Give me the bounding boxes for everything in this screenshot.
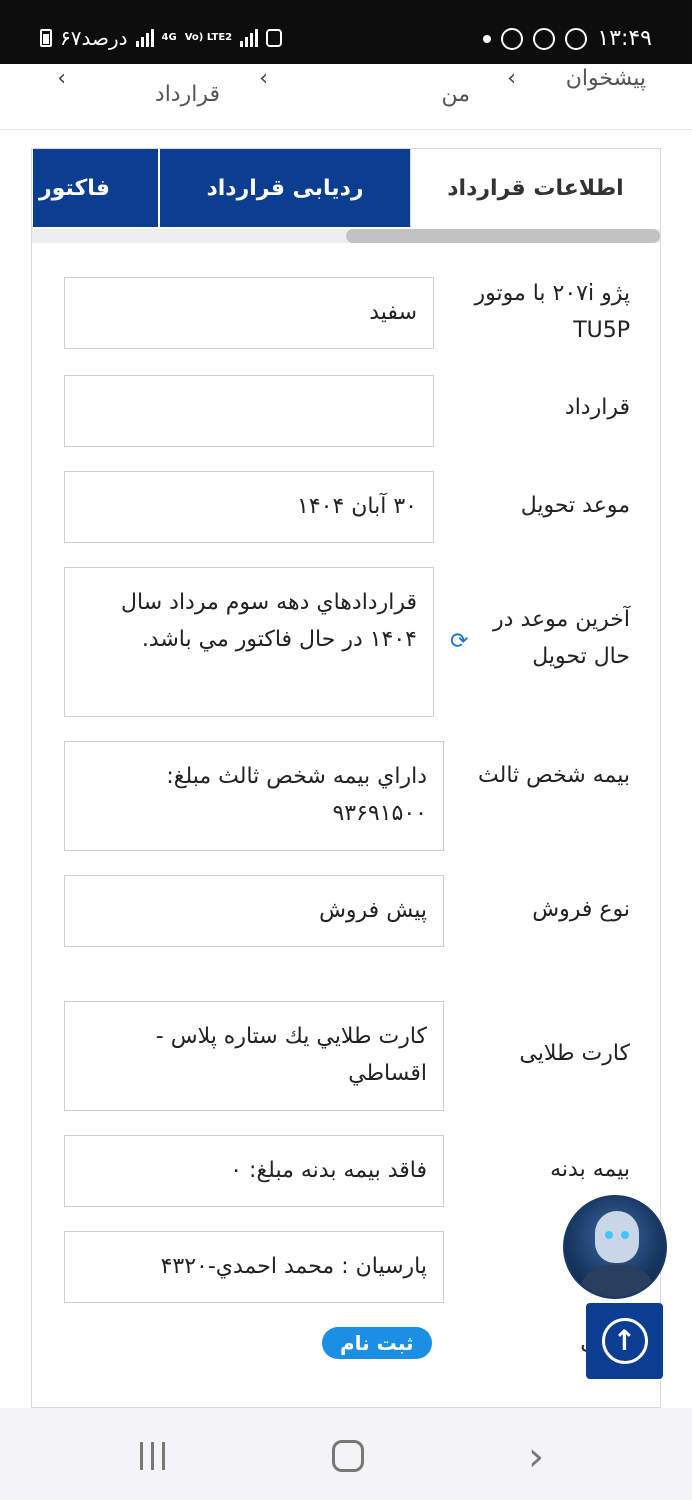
contract-label: قرارداد — [564, 395, 630, 420]
assistant-robot-button[interactable] — [563, 1195, 667, 1299]
status-bar: ۱۳:۴۹ ۶۷درصد 4G Vo) LTE2 — [0, 0, 692, 64]
network-type: 4G — [161, 32, 177, 43]
status-badge: ثبت نام — [322, 1327, 432, 1359]
breadcrumb-item-contract[interactable]: قرارداد — [155, 82, 220, 107]
status-bar-right: ۱۳:۴۹ — [483, 26, 652, 51]
third-party-insurance-value: داراي بيمه شخص ثالث مبلغ: ۹۳۶۹۱۵۰۰ — [64, 741, 444, 851]
tab-contract-tracking[interactable]: ردیابی قرارداد — [160, 149, 410, 227]
robot-eye-icon — [605, 1231, 613, 1239]
notification-dot-icon — [483, 34, 492, 43]
chevron-left-icon: › — [259, 66, 268, 91]
signal-2-icon — [240, 29, 259, 47]
whatsapp-icon — [501, 27, 524, 50]
refresh-icon[interactable]: ⟳ — [450, 629, 468, 654]
battery-icon — [40, 29, 52, 47]
chevron-left-icon: › — [57, 66, 66, 91]
robot-face-icon — [595, 1211, 639, 1263]
body-insurance-label: بیمه بدنه — [550, 1157, 630, 1182]
gold-card-value: كارت طلايي يك ستاره پلاس - اقساطي — [64, 1001, 444, 1111]
back-icon[interactable]: › — [528, 1434, 544, 1480]
car-model-label: پژو ۲۰۷i با موتور TU5P — [474, 281, 630, 343]
chevron-left-icon: › — [507, 66, 516, 91]
breadcrumb-item-mine[interactable]: من — [441, 82, 470, 107]
tab-contract-info[interactable]: اطلاعات قرارداد — [410, 149, 660, 227]
breadcrumb: پیشخوان › من › قرارداد › — [0, 64, 692, 130]
tab-bar: اطلاعات قرارداد ردیابی قرارداد فاکتور — [32, 149, 660, 227]
delivery-date-label: موعد تحویل — [520, 493, 630, 518]
gold-card-label: کارت طلایی — [519, 1041, 630, 1066]
body-insurance-value: فاقد بيمه بدنه مبلغ: ۰ — [64, 1135, 444, 1207]
status-bar-left: ۶۷درصد 4G Vo) LTE2 — [40, 26, 283, 50]
horizontal-scrollbar[interactable] — [32, 229, 660, 243]
scrollbar-thumb[interactable] — [346, 229, 660, 243]
clip-icon — [266, 29, 283, 47]
last-delivery-value: قراردادهاي دهه سوم مرداد سال ۱۴۰۴ در حال… — [64, 567, 434, 717]
car-color-value: سفید — [64, 277, 434, 349]
sale-type-label: نوع فروش — [532, 897, 630, 922]
chat-icon — [565, 27, 588, 50]
breadcrumb-item-dashboard[interactable]: پیشخوان — [566, 66, 646, 91]
robot-body-icon — [579, 1265, 655, 1297]
threads-icon — [533, 27, 556, 50]
delivery-date-value: ۳۰ آبان ۱۴۰۴ — [64, 471, 434, 543]
volte-indicator: Vo) LTE2 — [184, 32, 233, 43]
robot-eye-icon — [621, 1231, 629, 1239]
scroll-to-top-button[interactable]: ↑ — [586, 1303, 663, 1379]
sale-type-value: پیش فروش — [64, 875, 444, 947]
contract-card: اطلاعات قرارداد ردیابی قرارداد فاکتور پژ… — [31, 148, 661, 1408]
battery-level: ۶۷درصد — [60, 26, 128, 50]
home-icon[interactable] — [332, 1440, 364, 1472]
recent-apps-icon[interactable] — [140, 1442, 165, 1470]
arrow-up-icon: ↑ — [601, 1318, 648, 1364]
android-nav-bar: › — [0, 1408, 692, 1500]
tab-invoice[interactable]: فاکتور — [33, 149, 158, 227]
contract-number-value — [64, 375, 434, 447]
last-delivery-label: آخرین موعد در حال تحویل — [493, 607, 630, 669]
status-time: ۱۳:۴۹ — [597, 26, 652, 51]
third-party-insurance-label: بیمه شخص ثالث — [478, 763, 630, 788]
agency-value: پارسیان : محمد احمدي-۴۳۲۰ — [64, 1231, 444, 1303]
signal-icon — [135, 29, 154, 47]
